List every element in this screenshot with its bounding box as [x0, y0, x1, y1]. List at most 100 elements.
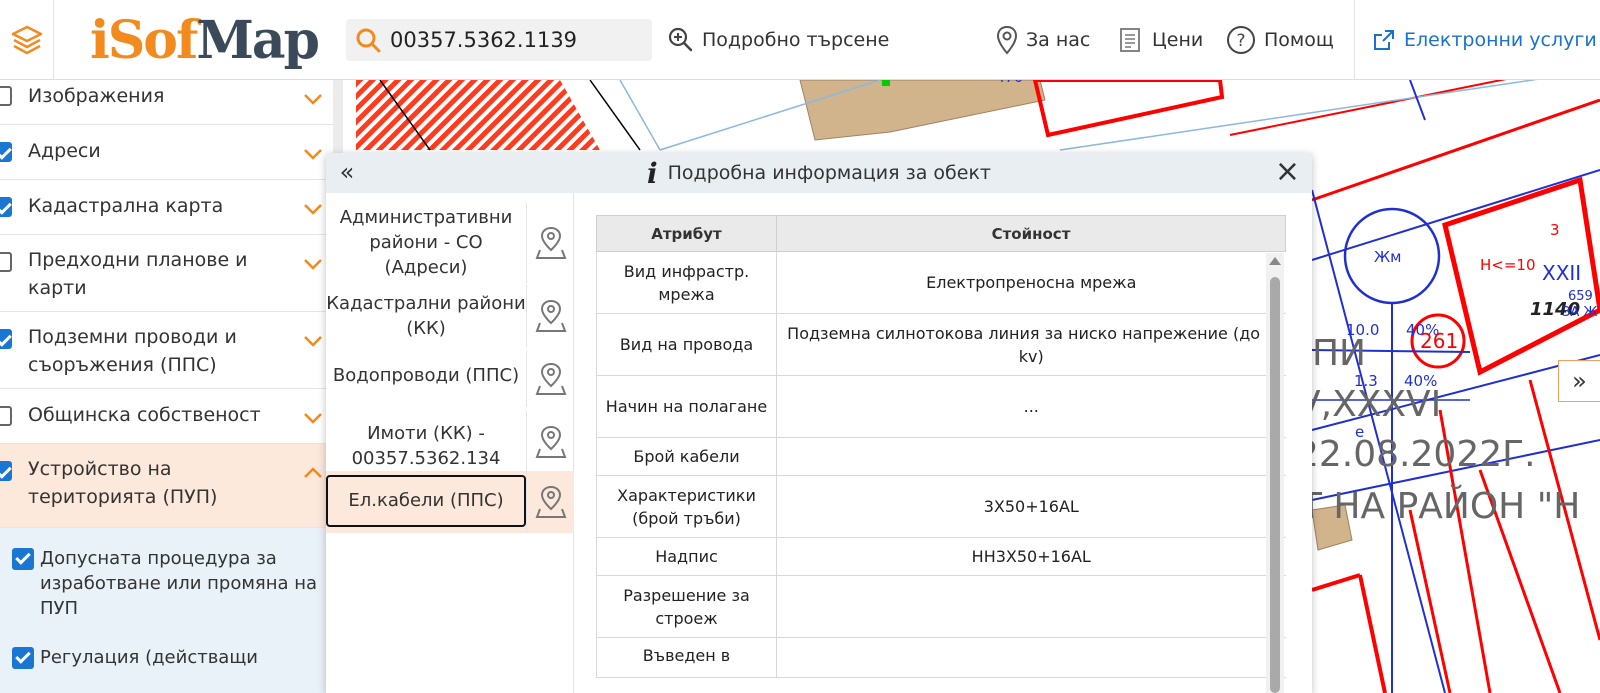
object-label: Кадастрални райони (КК)	[326, 293, 526, 339]
table-row: Характеристики (брой тръби) 3X50+16AL	[596, 475, 1286, 538]
isofmap-logo[interactable]: iSof Map	[90, 8, 320, 72]
layer-checkbox[interactable]	[0, 406, 12, 426]
help-link[interactable]: ? Помощ	[1226, 22, 1334, 58]
scroll-up-arrow-icon[interactable]	[1269, 257, 1281, 265]
advanced-search-label: Подробно търсене	[702, 29, 890, 51]
table-row: Начин на полагане ...	[596, 375, 1286, 438]
location-pin-icon	[996, 25, 1018, 55]
e-services-link[interactable]: Електронни услуги	[1372, 22, 1597, 58]
sublayer-checkbox[interactable]	[12, 647, 34, 669]
map-label: V,XXXVI	[1296, 384, 1441, 425]
attributes-table: Атрибут Стойност Вид инфрастр. мрежа Еле…	[596, 215, 1286, 678]
layer-label: Устройство на територията (ПУП)	[28, 458, 218, 508]
sublayer-checkbox[interactable]	[12, 548, 34, 570]
advanced-search-link[interactable]: Подробно търсене	[668, 22, 889, 58]
map-label: 261	[1420, 329, 1458, 353]
chevron-down-icon[interactable]	[303, 202, 323, 216]
map-pin-icon[interactable]	[526, 411, 574, 473]
map-pin-icon[interactable]	[526, 471, 574, 533]
object-item[interactable]: Имоти (КК) - 00357.5362.134	[326, 411, 574, 473]
layers-icon	[11, 25, 42, 55]
sublayer-label: Допусната процедура за изработване или п…	[40, 548, 318, 619]
sublayer-label: Регулация (действащи	[40, 647, 258, 668]
table-row: Вид инфрастр. мрежа Електропреносна мреж…	[596, 251, 1286, 314]
layers-sidebar: Изображения Адреси Кадастрална карта Пре…	[0, 80, 343, 693]
layer-item-previous-plans[interactable]: Предходни планове и карти	[0, 235, 333, 312]
e-services-label: Електронни услуги	[1404, 29, 1597, 51]
layer-label: Изображения	[28, 85, 165, 107]
help-icon: ?	[1227, 26, 1255, 54]
map-pin-icon[interactable]	[526, 203, 574, 283]
object-item-selected[interactable]: Ел.кабели (ППС)	[326, 471, 574, 533]
chevron-down-icon[interactable]	[303, 92, 323, 106]
search-icon[interactable]	[346, 27, 390, 53]
layer-item-images[interactable]: Изображения	[0, 80, 333, 125]
layer-label: Общинска собственост	[28, 404, 261, 426]
collapse-dialog-button[interactable]: «	[332, 159, 362, 187]
attribute-name: Характеристики (брой тръби)	[596, 475, 777, 538]
table-header-row: Атрибут Стойност	[596, 215, 1286, 252]
table-row: Брой кабели	[596, 437, 1286, 476]
chevron-down-icon[interactable]	[303, 147, 323, 161]
map-pin-icon[interactable]	[526, 351, 574, 407]
attribute-name: Разрешение за строеж	[596, 575, 777, 638]
layer-item-municipal-property[interactable]: Общинска собственост	[0, 389, 333, 444]
logo-text-map: Map	[196, 9, 320, 71]
object-item[interactable]: Водопроводи (ППС)	[326, 351, 574, 407]
scrollbar-thumb[interactable]	[1270, 277, 1280, 693]
attribute-name: Вид на провода	[596, 313, 777, 376]
layer-checkbox[interactable]	[0, 86, 12, 106]
double-chevron-right-icon: »	[1572, 367, 1587, 395]
price-list-icon	[1120, 28, 1140, 52]
chevron-down-icon[interactable]	[303, 334, 323, 348]
object-label: Водопроводи (ППС)	[332, 365, 520, 386]
object-label: Ел.кабели (ППС)	[326, 475, 526, 527]
chevron-down-icon[interactable]	[303, 257, 323, 271]
layer-checkbox[interactable]	[0, 252, 12, 272]
header-divider	[1354, 0, 1355, 80]
attribute-value: ...	[776, 375, 1286, 438]
attribute-column-header: Атрибут	[596, 215, 777, 252]
chevron-up-icon[interactable]	[303, 466, 323, 480]
layer-label: Кадастрална карта	[28, 195, 224, 217]
table-row: Разрешение за строеж	[596, 575, 1286, 638]
layer-item-territory-planning[interactable]: Устройство на територията (ПУП)	[0, 444, 333, 528]
attribute-name: Въведен в	[596, 637, 777, 678]
search-box	[346, 19, 652, 61]
close-icon[interactable]: ×	[1275, 157, 1300, 187]
attribute-name: Брой кабели	[596, 437, 777, 476]
table-scrollbar[interactable]	[1266, 253, 1284, 693]
layer-item-cadastral-map[interactable]: Кадастрална карта	[0, 180, 333, 235]
attribute-value: Подземна силнотокова линия за ниско напр…	[776, 313, 1286, 376]
table-row: Вид на провода Подземна силнотокова лини…	[596, 313, 1286, 376]
layer-item-addresses[interactable]: Адреси	[0, 125, 333, 180]
object-item[interactable]: Административни райони - СО (Адреси)	[326, 203, 574, 283]
dialog-title: Подробна информация за обект	[667, 162, 991, 184]
map-label: Т НА РАЙОН "Н	[1299, 485, 1580, 527]
object-label: Административни райони - СО (Адреси)	[339, 207, 513, 278]
attribute-name: Надпис	[596, 537, 777, 576]
about-link[interactable]: За нас	[996, 22, 1090, 58]
layer-label: Подземни проводи и съоръжения (ППС)	[28, 326, 237, 376]
layer-checkbox[interactable]	[0, 329, 12, 349]
attribute-value: 3X50+16AL	[776, 475, 1286, 538]
svg-text:?: ?	[1236, 31, 1245, 51]
object-item[interactable]: Кадастрални райони (КК)	[326, 285, 574, 347]
map-label: ЗА Ж	[1562, 305, 1597, 320]
layer-checkbox[interactable]	[0, 142, 12, 162]
attribute-value	[776, 575, 1286, 638]
map-label: XXII	[1542, 261, 1581, 285]
chevron-down-icon[interactable]	[303, 411, 323, 425]
map-pin-icon[interactable]	[526, 285, 574, 347]
expand-right-button[interactable]: »	[1558, 360, 1600, 402]
attribute-value: НН3X50+16AL	[776, 537, 1286, 576]
map-label: 22.08.2022Г.	[1296, 434, 1536, 475]
layers-toggle-button[interactable]	[0, 0, 54, 80]
search-input[interactable]	[390, 28, 640, 52]
layer-checkbox[interactable]	[0, 461, 12, 481]
prices-link[interactable]: Цени	[1118, 22, 1203, 58]
layer-checkbox[interactable]	[0, 197, 12, 217]
layer-label: Предходни планове и карти	[28, 249, 248, 299]
attribute-value	[776, 637, 1286, 678]
layer-item-underground-utilities[interactable]: Подземни проводи и съоръжения (ППС)	[0, 312, 333, 389]
